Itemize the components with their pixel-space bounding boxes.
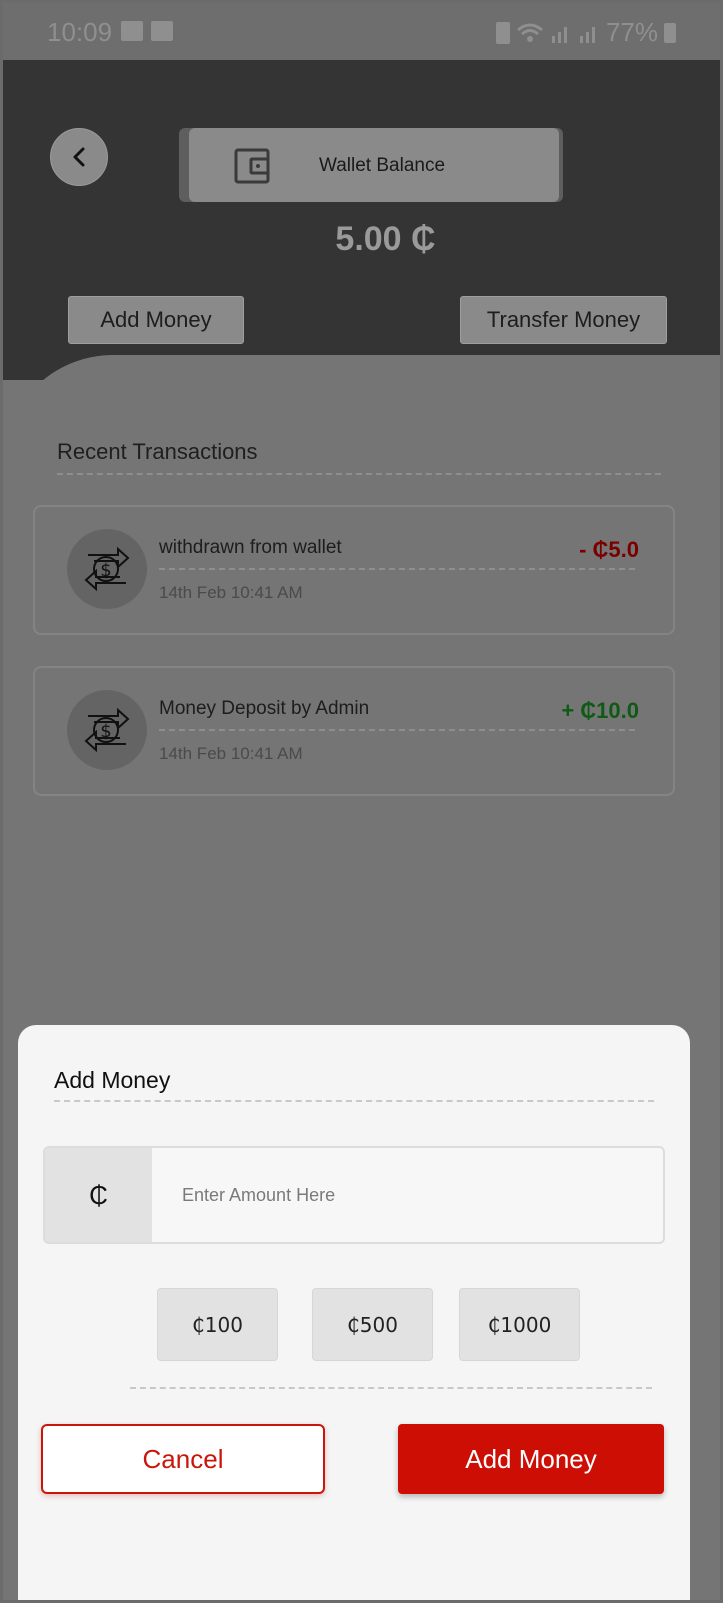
signal-icon-2 xyxy=(579,26,595,43)
quick-amount-100[interactable]: ₵100 xyxy=(157,1288,278,1361)
amount-field: ₵ xyxy=(43,1146,665,1244)
back-button[interactable] xyxy=(50,128,108,186)
divider xyxy=(159,568,635,570)
transaction-amount: + ₵10.0 xyxy=(561,698,639,723)
transaction-date: 14th Feb 10:41 AM xyxy=(159,744,303,763)
transaction-amount: - ₵5.0 xyxy=(579,537,639,562)
recent-transactions-title: Recent Transactions xyxy=(57,439,258,464)
divider xyxy=(130,1387,652,1389)
battery-saver-icon xyxy=(495,21,510,44)
divider xyxy=(54,1100,654,1102)
mail-icon xyxy=(151,21,173,41)
wallet-balance-card: Wallet Balance xyxy=(189,128,559,202)
quick-amount-1000[interactable]: ₵1000 xyxy=(459,1288,580,1361)
cancel-button[interactable]: Cancel xyxy=(41,1424,325,1494)
wallet-header: Wallet Balance 5.00 ₵ Add Money Transfer… xyxy=(3,60,720,380)
chevron-left-icon xyxy=(73,147,85,167)
divider xyxy=(57,473,661,475)
quick-amount-500[interactable]: ₵500 xyxy=(312,1288,433,1361)
currency-prefix: ₵ xyxy=(45,1148,152,1242)
sheet-title: Add Money xyxy=(54,1067,171,1093)
status-right: 77% xyxy=(495,17,676,48)
signal-icon xyxy=(551,26,567,43)
wallet-screen: 10:09 77% Wallet Balance 5.00 ₵ Add Mone… xyxy=(3,3,720,1600)
transaction-title: withdrawn from wallet xyxy=(159,537,342,558)
wallet-balance-label: Wallet Balance xyxy=(319,155,446,176)
transaction-date: 14th Feb 10:41 AM xyxy=(159,583,303,602)
add-money-button[interactable]: Add Money xyxy=(68,296,244,344)
exchange-dollar-icon: $ xyxy=(67,529,147,609)
screen-share-icon xyxy=(121,21,143,41)
transaction-card[interactable]: $ withdrawn from wallet 14th Feb 10:41 A… xyxy=(33,505,675,635)
wallet-icon xyxy=(234,148,270,184)
transfer-money-button[interactable]: Transfer Money xyxy=(460,296,667,344)
wifi-icon xyxy=(516,23,543,42)
battery-icon xyxy=(664,22,676,43)
status-bar: 10:09 77% xyxy=(3,3,720,60)
divider xyxy=(159,729,635,731)
amount-input[interactable] xyxy=(152,1148,663,1242)
transaction-title: Money Deposit by Admin xyxy=(159,698,370,719)
add-money-submit-button[interactable]: Add Money xyxy=(398,1424,664,1494)
transaction-card[interactable]: $ Money Deposit by Admin 14th Feb 10:41 … xyxy=(33,666,675,796)
status-time: 10:09 xyxy=(47,17,113,47)
battery-percent: 77% xyxy=(605,17,658,47)
exchange-dollar-icon: $ xyxy=(67,690,147,770)
wallet-balance-amount: 5.00 ₵ xyxy=(335,220,436,258)
notification-icons xyxy=(121,21,173,41)
add-money-sheet: Add Money ₵ ₵100 ₵500 ₵1000 Cancel Add M… xyxy=(18,1025,690,1600)
